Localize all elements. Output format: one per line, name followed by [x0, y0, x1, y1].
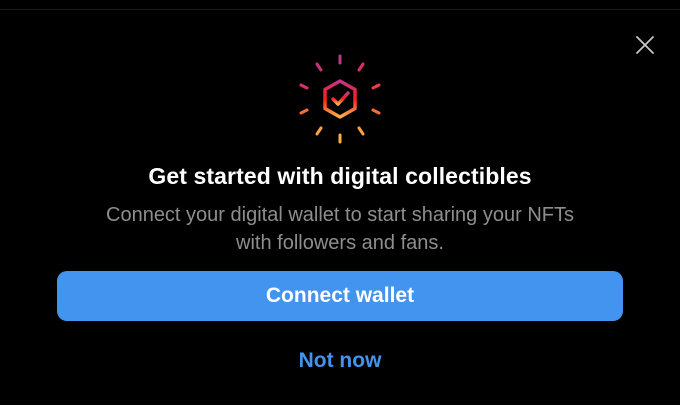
dialog-title: Get started with digital collectibles	[148, 163, 532, 189]
dialog-subtitle: Connect your digital wallet to start sha…	[40, 201, 640, 257]
subtitle-line-1: Connect your digital wallet to start sha…	[106, 204, 574, 226]
connect-wallet-button[interactable]: Connect wallet	[57, 271, 623, 321]
subtitle-line-2: with followers and fans.	[236, 232, 444, 254]
collectibles-badge-icon	[299, 54, 381, 144]
not-now-button[interactable]: Not now	[0, 349, 680, 373]
close-button[interactable]	[630, 30, 660, 60]
top-divider	[0, 9, 680, 10]
close-icon	[636, 36, 654, 54]
